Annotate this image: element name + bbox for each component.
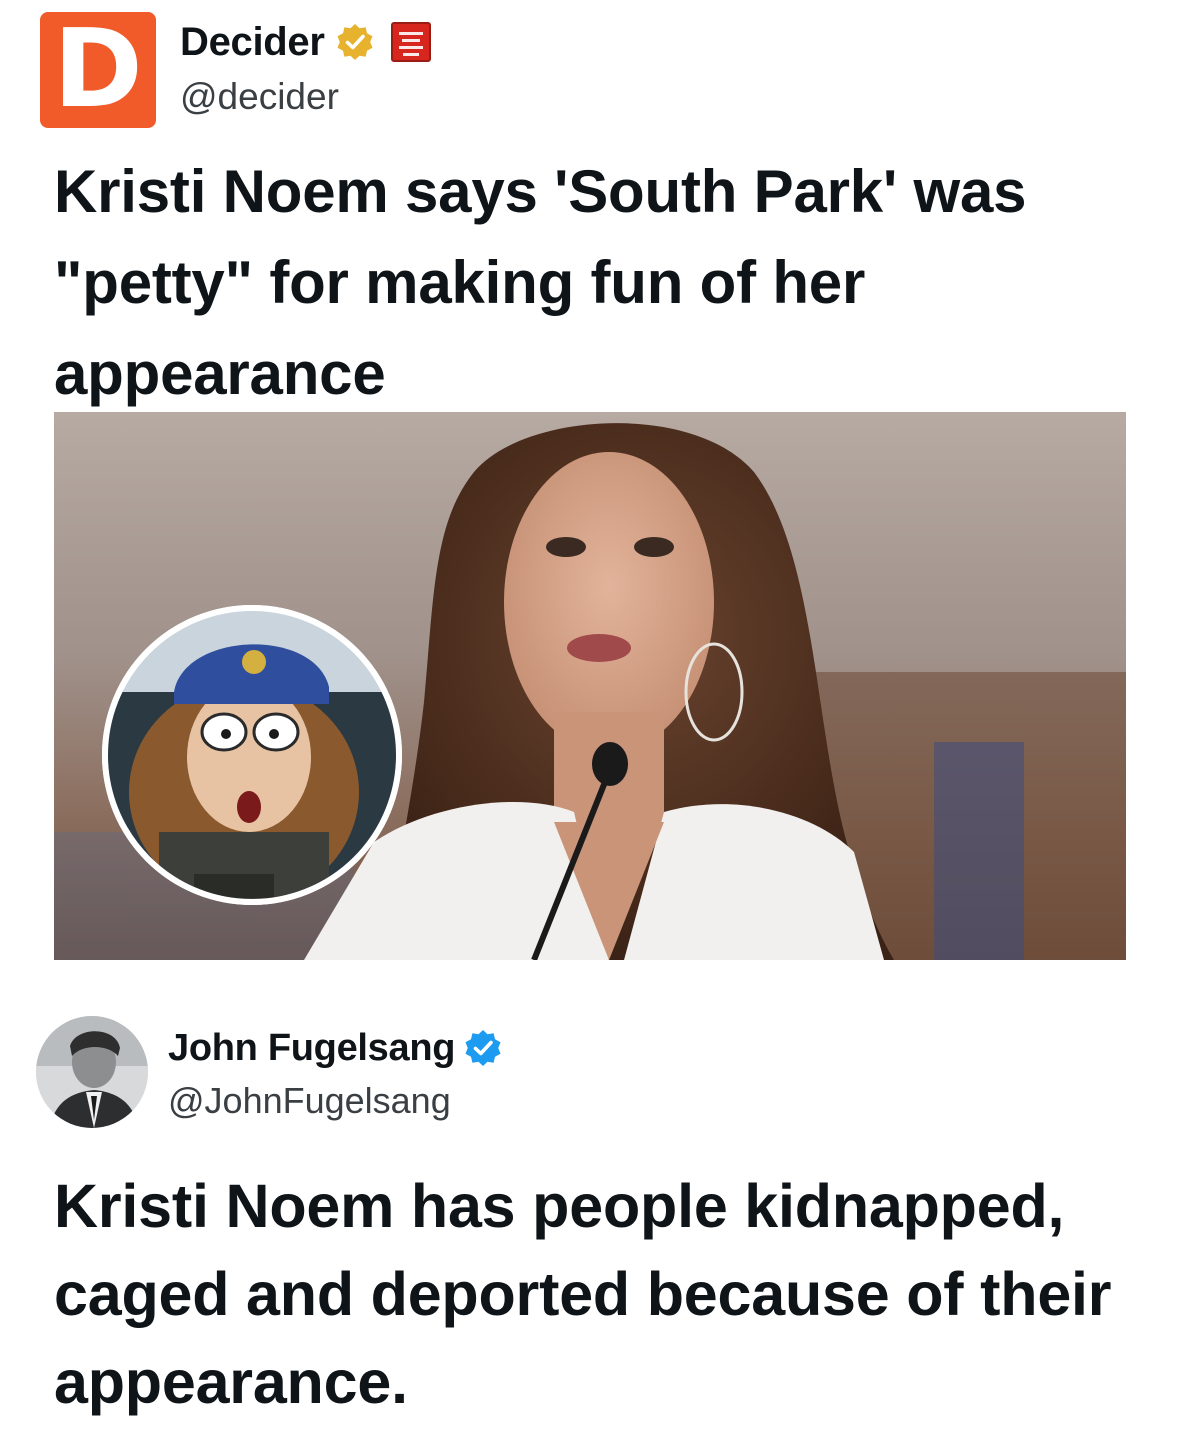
profile-photo <box>36 1016 148 1128</box>
tweet-1-display-name[interactable]: Decider <box>180 20 325 65</box>
new-york-post-affiliate-icon[interactable] <box>390 22 431 62</box>
tweet-1-handle[interactable]: @decider <box>180 76 339 118</box>
decider-logo-letter: D <box>53 7 143 132</box>
john-fugelsang-avatar[interactable] <box>36 1016 148 1128</box>
decider-avatar[interactable]: D <box>40 12 156 128</box>
tweet-2-name-row: John Fugelsang <box>168 1022 503 1074</box>
tweet-2-display-name[interactable]: John Fugelsang <box>168 1027 455 1070</box>
blue-verified-badge-icon[interactable] <box>463 1028 503 1068</box>
tweet-1-name-row: Decider <box>180 14 431 70</box>
tweet-1-text: Kristi Noem says 'South Park' was "petty… <box>54 158 1027 407</box>
news-photo-illustration <box>54 412 1126 960</box>
gold-verified-badge-icon[interactable] <box>335 22 375 62</box>
tweet-2-handle[interactable]: @JohnFugelsang <box>168 1080 451 1122</box>
tweet-1-media-image[interactable] <box>54 412 1126 960</box>
tweet-2-text: Kristi Noem has people kidnapped, caged … <box>54 1172 1112 1416</box>
